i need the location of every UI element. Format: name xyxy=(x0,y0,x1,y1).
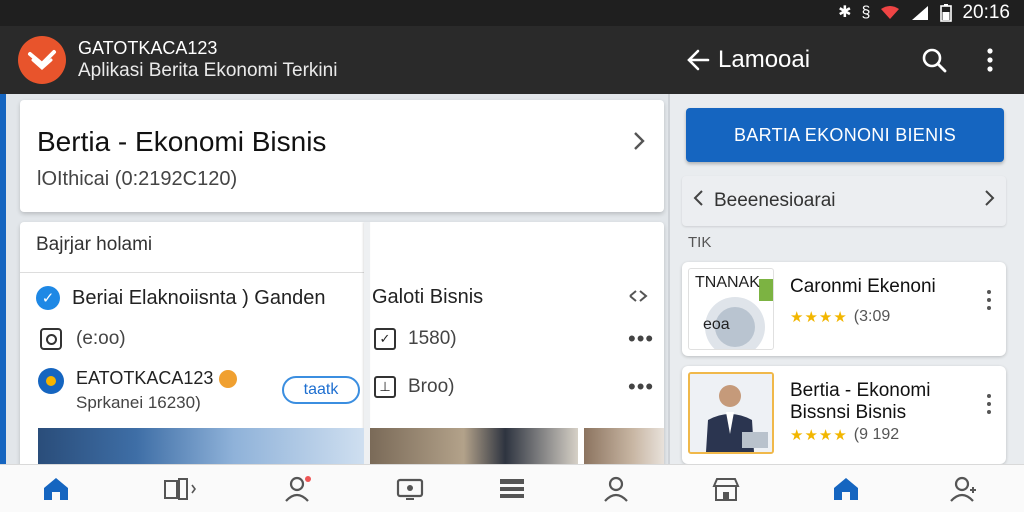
hero-card[interactable]: Bertia - Ekonomi Bisnis lOIthicai (0:219… xyxy=(20,100,664,212)
check-circle-icon: ✓ xyxy=(36,286,60,310)
card-title: Caronmi Ekenoni xyxy=(790,276,936,297)
news-card-image xyxy=(688,372,774,454)
feed-meta-row: (e:oo) xyxy=(40,328,126,350)
rating-stars: ★★★★ xyxy=(790,309,848,326)
share-icon[interactable] xyxy=(628,288,648,304)
signal-icon xyxy=(910,5,930,21)
section-label: TIK xyxy=(688,234,712,251)
chevron-left-icon[interactable] xyxy=(692,189,704,213)
profile-icon[interactable] xyxy=(278,473,318,505)
detail-bottom-nav xyxy=(668,464,1024,512)
more-horiz-icon[interactable]: ••• xyxy=(628,326,654,352)
card-rating: (9 192 xyxy=(853,426,900,443)
hero-title: Bertia - Ekonomi Bisnis xyxy=(37,126,327,157)
card-meta: ★★★★ (3:09 xyxy=(790,308,890,326)
app-screen: ✱ § 20:16 GATOTKACA123 Aplikasi Berita E… xyxy=(0,0,1024,512)
bottom-nav xyxy=(0,464,668,512)
profile-icon[interactable] xyxy=(944,473,984,505)
author-row[interactable]: EATOTKACA123 Sprkanei 16230) xyxy=(38,368,238,413)
pager-label: Beeenesioarai xyxy=(714,190,836,211)
feed-row-col2-a[interactable]: ✓ 1580) xyxy=(374,328,457,350)
status-bar: ✱ § 20:16 xyxy=(0,0,1024,26)
news-card-image: TNANAK eoa xyxy=(688,268,774,350)
news-card[interactable]: TNANAK eoa Caronmi Ekenoni ★★★★ (3:09 xyxy=(682,262,1006,356)
detail-app-bar: Lamooai xyxy=(668,26,1024,94)
divider xyxy=(20,272,364,273)
row-value: 1580) xyxy=(408,328,457,349)
store-icon[interactable] xyxy=(706,473,746,505)
card-rating: (3:09 xyxy=(853,308,891,325)
author-name: EATOTKACA123 xyxy=(76,368,214,388)
chart-box-icon: ⊥ xyxy=(374,376,396,398)
pager: Beeenesioarai xyxy=(682,176,1006,226)
news-card[interactable]: Bertia - Ekonomi Bissnsi Bisnis ★★★★ (9 … xyxy=(682,366,1006,464)
news-thumbnail[interactable] xyxy=(584,428,664,468)
camera-icon xyxy=(40,328,62,350)
feed-meta: (e:oo) xyxy=(76,328,126,349)
follow-pill-button[interactable]: taatk xyxy=(282,376,360,404)
verified-badge-icon xyxy=(219,370,238,389)
edit-box-icon: ✓ xyxy=(374,328,396,350)
media-icon[interactable] xyxy=(390,473,430,505)
app-title: GATOTKACA123 xyxy=(78,38,218,58)
feed-item-title: Beriai Elaknoiisnta ) Ganden xyxy=(72,286,326,309)
hero-subtitle: lOIthicai (0:2192C120) xyxy=(37,168,238,190)
home-icon[interactable] xyxy=(826,473,866,505)
chevron-right-icon[interactable] xyxy=(984,189,996,213)
main-feed-pane: Bertia - Ekonomi Bisnis lOIthicai (0:219… xyxy=(0,94,668,512)
card-meta: ★★★★ (9 192 xyxy=(790,426,899,444)
author-sub: Sprkanei 16230) xyxy=(76,393,201,412)
news-thumbnail[interactable] xyxy=(38,428,364,468)
detail-pane: BARTIA EKONONI BIENIS Beeenesioarai TIK … xyxy=(668,94,1024,512)
devices-icon[interactable] xyxy=(160,473,200,505)
more-vert-icon[interactable] xyxy=(986,290,992,310)
feed-item-title-col2: Galoti Bisnis xyxy=(372,286,484,308)
wifi-icon xyxy=(880,5,900,21)
bluetooth-icon: ✱ xyxy=(838,4,852,21)
account-icon[interactable] xyxy=(596,473,636,505)
list-icon[interactable] xyxy=(492,473,532,505)
category-button[interactable]: BARTIA EKONONI BIENIS xyxy=(686,108,1004,162)
feed-item[interactable]: ✓ Beriai Elaknoiisnta ) Ganden xyxy=(36,286,325,310)
chevron-right-icon[interactable] xyxy=(632,128,646,159)
more-horiz-icon[interactable]: ••• xyxy=(628,374,654,400)
feed-row-col2-b[interactable]: ⊥ Broo) xyxy=(374,376,454,398)
app-subtitle: Aplikasi Berita Ekonomi Terkini xyxy=(78,60,338,81)
home-icon[interactable] xyxy=(36,473,76,505)
more-vert-icon[interactable] xyxy=(970,40,1010,80)
feed-header: Bajrjar holami xyxy=(36,234,153,255)
news-thumbnail[interactable] xyxy=(370,428,578,468)
back-arrow-icon[interactable] xyxy=(682,45,712,75)
clock: 20:16 xyxy=(962,2,1010,23)
row-value: Broo) xyxy=(408,376,455,397)
vibrate-icon: § xyxy=(861,4,871,21)
detail-title: Lamooai xyxy=(718,46,811,73)
feed-item-col2[interactable]: Galoti Bisnis xyxy=(372,286,483,309)
battery-icon xyxy=(940,4,953,22)
avatar xyxy=(38,368,64,394)
card-image-text-bottom: eoa xyxy=(703,316,730,333)
card-title: Bertia - Ekonomi Bissnsi Bisnis xyxy=(790,380,931,423)
more-vert-icon[interactable] xyxy=(986,394,992,414)
app-bar: GATOTKACA123 Aplikasi Berita Ekonomi Ter… xyxy=(0,26,668,94)
app-logo-icon[interactable] xyxy=(18,36,66,84)
search-icon[interactable] xyxy=(914,40,954,80)
card-image-text-top: TNANAK xyxy=(695,274,760,291)
rating-stars: ★★★★ xyxy=(790,427,848,444)
